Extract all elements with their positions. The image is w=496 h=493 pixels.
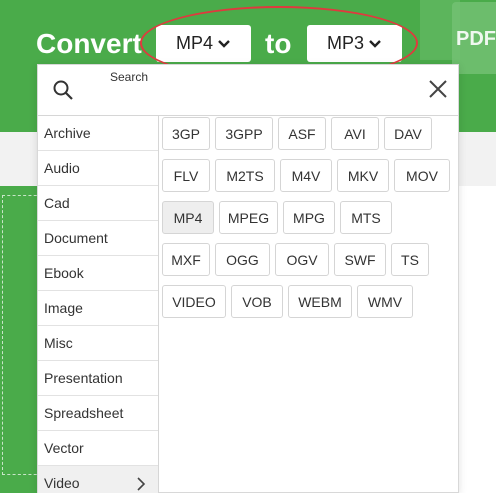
format-chip-3gpp[interactable]: 3GPP bbox=[215, 117, 273, 150]
format-chip-mxf[interactable]: MXF bbox=[162, 243, 210, 276]
format-chip-ts[interactable]: TS bbox=[391, 243, 429, 276]
category-label: Document bbox=[44, 230, 108, 246]
format-chip-webm[interactable]: WEBM bbox=[288, 285, 352, 318]
format-chip-mov[interactable]: MOV bbox=[394, 159, 450, 192]
format-chip-mpg[interactable]: MPG bbox=[283, 201, 335, 234]
format-chip-mp4[interactable]: MP4 bbox=[162, 201, 214, 234]
category-label: Spreadsheet bbox=[44, 405, 124, 421]
format-chip-mts[interactable]: MTS bbox=[340, 201, 392, 234]
format-row: MP4 MPEG MPG MTS bbox=[162, 201, 397, 234]
format-row: FLV M2TS M4V MKV MOV bbox=[162, 159, 455, 192]
format-chip-m4v[interactable]: M4V bbox=[280, 159, 332, 192]
format-chip-swf[interactable]: SWF bbox=[334, 243, 386, 276]
format-picker-dropdown: Search Archive Audio Cad Document Ebook Image… bbox=[37, 64, 459, 493]
category-item-cad[interactable]: Cad bbox=[38, 186, 158, 221]
format-chip-asf[interactable]: ASF bbox=[278, 117, 326, 150]
format-row: MXF OGG OGV SWF TS bbox=[162, 243, 434, 276]
format-row: VIDEO VOB WEBM WMV bbox=[162, 285, 418, 318]
category-item-image[interactable]: Image bbox=[38, 291, 158, 326]
format-chip-3gp[interactable]: 3GP bbox=[162, 117, 210, 150]
category-label: Vector bbox=[44, 440, 84, 456]
chevron-right-icon bbox=[137, 477, 146, 491]
category-list: Archive Audio Cad Document Ebook Image Misc Pre… bbox=[38, 116, 159, 493]
format-chip-dav[interactable]: DAV bbox=[384, 117, 432, 150]
drop-zone-border bbox=[2, 195, 42, 475]
format-row: 3GP 3GPP ASF AVI DAV bbox=[162, 117, 437, 150]
category-label: Cad bbox=[44, 195, 70, 211]
category-item-audio[interactable]: Audio bbox=[38, 151, 158, 186]
category-item-document[interactable]: Document bbox=[38, 221, 158, 256]
format-chip-vob[interactable]: VOB bbox=[231, 285, 283, 318]
category-item-video[interactable]: Video bbox=[38, 466, 158, 493]
search-icon bbox=[53, 80, 73, 100]
category-item-ebook[interactable]: Ebook bbox=[38, 256, 158, 291]
format-chip-avi[interactable]: AVI bbox=[331, 117, 379, 150]
category-item-spreadsheet[interactable]: Spreadsheet bbox=[38, 396, 158, 431]
category-label: Misc bbox=[44, 335, 73, 351]
format-chip-wmv[interactable]: WMV bbox=[357, 285, 413, 318]
close-icon[interactable] bbox=[428, 79, 448, 99]
category-label: Presentation bbox=[44, 370, 123, 386]
category-label: Image bbox=[44, 300, 83, 316]
format-chip-video[interactable]: VIDEO bbox=[162, 285, 226, 318]
category-label: Video bbox=[44, 475, 80, 491]
category-label: Ebook bbox=[44, 265, 84, 281]
category-item-presentation[interactable]: Presentation bbox=[38, 361, 158, 396]
format-chip-ogg[interactable]: OGG bbox=[215, 243, 270, 276]
search-input[interactable] bbox=[88, 85, 418, 111]
search-label: Search bbox=[110, 70, 149, 84]
category-item-misc[interactable]: Misc bbox=[38, 326, 158, 361]
category-label: Audio bbox=[44, 160, 80, 176]
category-label: Archive bbox=[44, 125, 91, 141]
category-item-archive[interactable]: Archive bbox=[38, 116, 158, 151]
format-chip-mpeg[interactable]: MPEG bbox=[219, 201, 278, 234]
convert-label: Convert bbox=[36, 28, 142, 59]
format-chip-ogv[interactable]: OGV bbox=[275, 243, 329, 276]
category-item-vector[interactable]: Vector bbox=[38, 431, 158, 466]
decorative-pdf-label: PDF bbox=[456, 28, 496, 50]
format-chip-flv[interactable]: FLV bbox=[162, 159, 210, 192]
format-chip-m2ts[interactable]: M2TS bbox=[215, 159, 275, 192]
format-chip-mkv[interactable]: MKV bbox=[337, 159, 389, 192]
